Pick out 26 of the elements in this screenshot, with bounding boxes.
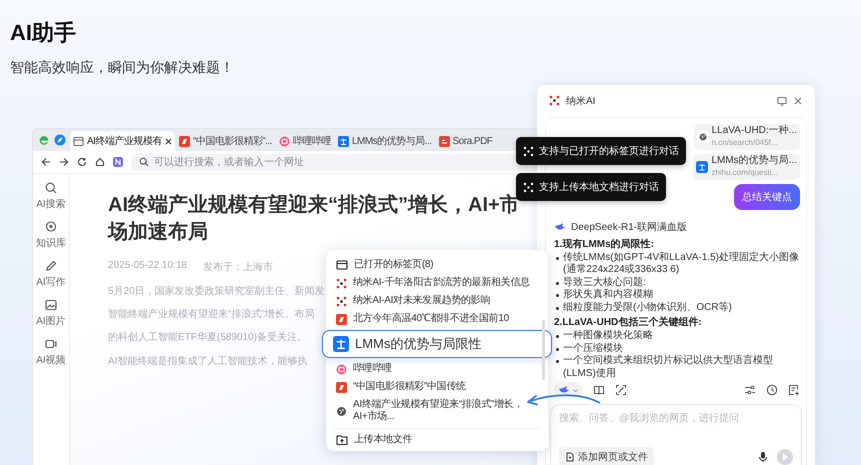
article-location: 发布于：上海市 xyxy=(202,260,273,274)
article-text: AI智能终端是指集成了人工智能技术，能够执 xyxy=(108,356,308,368)
answer-bullet: 一个空间模式来组织切片标记以供大型语言模型(LLMS)使用 xyxy=(563,355,774,380)
source-title: LLaVA-UHD:一种... xyxy=(712,125,797,137)
page-subtitle: 智能高效响应，瞬间为你解决难题！ xyxy=(10,58,235,76)
source-url: zhihu.com/questi... xyxy=(711,167,780,178)
user-message: 总结关键点 xyxy=(734,184,800,210)
feature-tooltip: 支持与已打开的标签页进行对话 xyxy=(516,137,686,165)
model-name: DeepSeek-R1-联网满血版 xyxy=(571,220,688,234)
answer-heading: 1.现有LMMs的局限性: xyxy=(554,238,655,252)
answer-heading: 2.LLaVA-UHD包括三个关键组件: xyxy=(554,316,703,330)
article-date: 2025-05-22 10:18 xyxy=(108,260,187,273)
answer-bullet: 一种图像模块化策略 xyxy=(563,330,653,342)
article-text: 5月20日，国家发改委政策研究室副主任、新闻发 xyxy=(108,286,325,298)
answer-bullet: 一个压缩模块 xyxy=(563,342,623,354)
page-title: AI助手 xyxy=(10,19,77,47)
source-url: n.cn/search/045f... xyxy=(712,137,778,148)
source-title: LMMs的优势与局... xyxy=(711,155,797,167)
answer-bullet: 传统LMMs(如GPT-4V和LLaVA-1.5)处理固定大小图像(通常224x224或336x33 6) xyxy=(563,252,800,276)
answer-bullet: 细粒度能力受限(小物体识别、OCR等) xyxy=(563,302,732,314)
answer-bullet: 形状失真和内容模糊 xyxy=(563,289,653,302)
feature-tooltip: 支持上传本地文档进行对话 xyxy=(516,173,666,201)
panel-title: 纳米AI xyxy=(566,94,596,108)
answer-bullet: 导致三大核心问题: xyxy=(563,276,646,288)
article-text: 的科创人工智能ETF华夏(589010)备受关注。 xyxy=(108,332,307,344)
article-text: 智能终端产业规模有望迎来“排浪式”增长。布局 xyxy=(108,309,315,321)
